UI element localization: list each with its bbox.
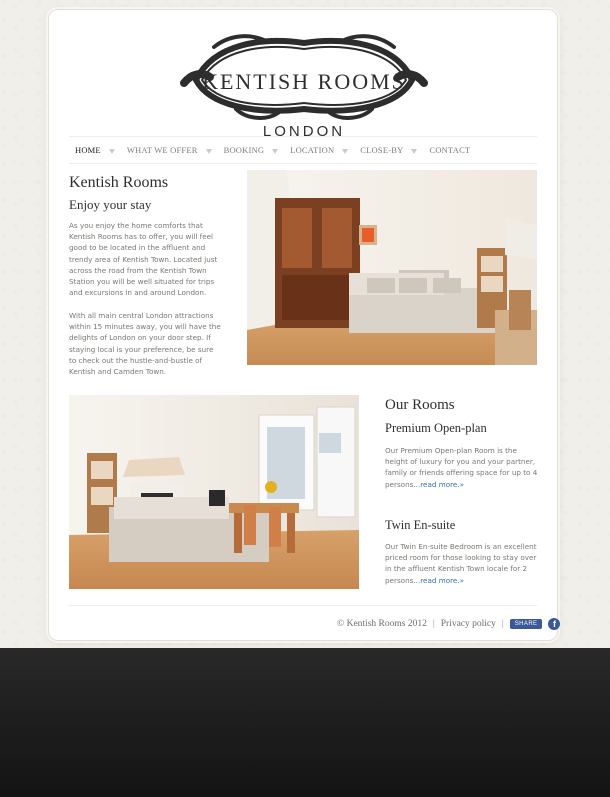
intro-subheading: Enjoy your stay — [69, 197, 152, 212]
nav-dropdown-icon — [205, 148, 212, 154]
nav-label-location: LOCATION — [290, 145, 335, 155]
main-navigation: HOME WHAT WE OFFER BOOKING LOCATION CLOS… — [69, 136, 537, 164]
nav-item-contact[interactable]: CONTACT — [423, 145, 476, 155]
nav-dropdown-icon — [108, 148, 115, 154]
footer-separator: | — [432, 619, 435, 629]
nav-item-what-we-offer[interactable]: WHAT WE OFFER — [121, 145, 218, 155]
intro-heading: Kentish Rooms — [69, 174, 169, 191]
logo-title: KENTISH ROOMS — [202, 69, 406, 94]
room-title-premium-open-plan: Premium Open-plan — [385, 421, 487, 435]
facebook-share-label: SHARE — [514, 621, 538, 627]
nav-label-home: HOME — [75, 145, 101, 155]
room-title-twin-en-suite: Twin En-suite — [385, 518, 456, 532]
room-description-twin-en-suite: Our Twin En-suite Bedroom is an excellen… — [385, 541, 541, 586]
nav-dropdown-icon — [411, 148, 418, 154]
footer-copyright: © Kentish Rooms 2012 — [337, 619, 427, 629]
read-more-link-twin-en-suite[interactable]: read more.» — [420, 576, 464, 585]
read-more-link-premium-open-plan[interactable]: read more.» — [420, 480, 464, 489]
open-plan-room-photo-art — [69, 395, 359, 589]
living-room-photo — [247, 170, 537, 365]
facebook-icon[interactable]: f — [548, 618, 561, 630]
privacy-policy-link[interactable]: Privacy policy — [441, 619, 496, 629]
nav-item-home[interactable]: HOME — [69, 145, 121, 155]
nav-label-close-by: CLOSE-BY — [360, 145, 404, 155]
nav-label-contact: CONTACT — [429, 145, 471, 155]
footer: © Kentish Rooms 2012 | Privacy policy | … — [337, 618, 561, 630]
page-reflection — [0, 648, 610, 797]
intro-paragraph-2: With all main central London attractions… — [69, 311, 221, 377]
nav-label-booking: BOOKING — [223, 145, 265, 155]
nav-dropdown-icon — [342, 148, 349, 154]
nav-item-location[interactable]: LOCATION — [284, 145, 354, 155]
nav-dropdown-icon — [272, 148, 279, 154]
page-container: KENTISH ROOMS LONDON HOME WHAT WE OFFER … — [48, 9, 561, 641]
footer-separator: | — [501, 619, 504, 629]
site-logo[interactable]: KENTISH ROOMS LONDON — [174, 25, 434, 140]
living-room-photo-art — [247, 170, 537, 365]
room-description-premium-open-plan: Our Premium Open-plan Room is the height… — [385, 445, 541, 490]
facebook-share-button[interactable]: SHARE — [509, 619, 543, 629]
nav-item-booking[interactable]: BOOKING — [218, 145, 285, 155]
intro-paragraph-1: As you enjoy the home comforts that Kent… — [69, 221, 218, 298]
nav-label-what-we-offer: WHAT WE OFFER — [126, 145, 198, 155]
open-plan-room-photo — [69, 395, 359, 589]
nav-item-close-by[interactable]: CLOSE-BY — [354, 145, 423, 155]
footer-divider — [69, 605, 537, 606]
rooms-heading: Our Rooms — [385, 397, 455, 413]
